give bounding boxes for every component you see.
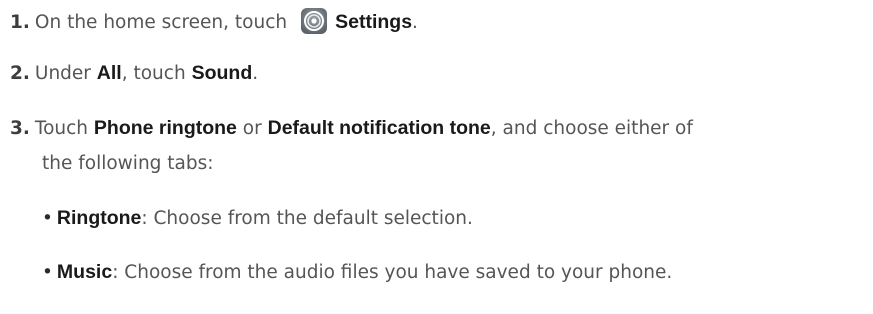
music-description: : Choose from the audio files you have s… [112, 262, 673, 283]
settings-label: Settings [335, 11, 413, 33]
default-notification-tone-label: Default notification tone [267, 117, 491, 139]
music-label: Music [56, 261, 113, 283]
bullet-symbol: • [42, 208, 53, 229]
step-2-period: . [252, 63, 259, 84]
step-3: 3. Touch Phone ringtone or Default notifi… [10, 116, 693, 141]
step-2-text-2: , touch [121, 63, 186, 84]
step-3-continuation: the following tabs: [42, 152, 214, 176]
step-2-number: 2. [10, 63, 30, 84]
step-1-text: On the home screen, touch [34, 12, 288, 33]
step-1-period: . [412, 12, 418, 33]
step-2-text-1: Under [34, 63, 91, 84]
ringtone-description: : Choose from the default selection. [141, 208, 473, 229]
step-3-text-2: or [242, 118, 262, 139]
bullet-symbol: • [42, 262, 53, 283]
bullet-ringtone: • Ringtone: Choose from the default selec… [42, 206, 473, 231]
step-1-number: 1. [10, 12, 30, 33]
step-3-text-3: , and choose either of [490, 118, 693, 139]
all-label: All [96, 62, 122, 84]
settings-gear-icon [301, 8, 328, 34]
ringtone-label: Ringtone [56, 207, 142, 229]
step-1: 1. On the home screen, touch Settings. [10, 8, 418, 35]
phone-ringtone-label: Phone ringtone [93, 117, 237, 139]
step-3-text-1: Touch [34, 118, 89, 139]
step-3-continuation-text: the following tabs: [42, 153, 214, 174]
bullet-music: • Music: Choose from the audio files you … [42, 260, 672, 285]
step-2: 2. Under All, touch Sound. [10, 61, 258, 86]
sound-label: Sound [191, 62, 253, 84]
step-3-number: 3. [10, 118, 30, 139]
